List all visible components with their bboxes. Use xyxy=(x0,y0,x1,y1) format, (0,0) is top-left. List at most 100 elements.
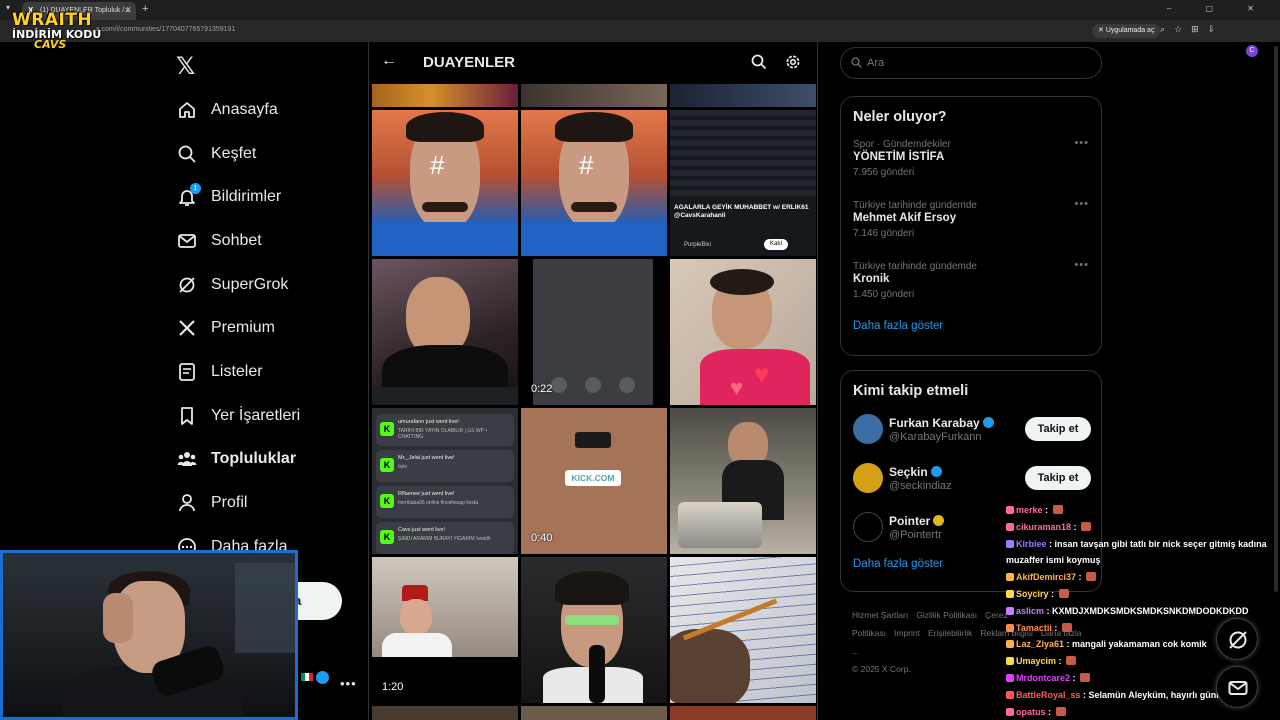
profile-avatar-icon[interactable]: C xyxy=(1246,45,1258,57)
footer-link[interactable]: Imprint xyxy=(894,628,920,638)
thumb-microphone xyxy=(589,645,605,703)
back-arrow-icon[interactable]: ← xyxy=(381,52,397,70)
footer-link[interactable]: Gizlilik Politikası xyxy=(916,610,977,620)
media-thumbnail[interactable]: 1:20 xyxy=(372,557,518,703)
live-notification-text: TARİHİ BİR YAYIN OLABİLİR | GS WP • CHAT… xyxy=(398,428,487,440)
verified-badge-icon xyxy=(316,671,329,684)
media-thumbnail[interactable] xyxy=(521,84,667,107)
sidebar-item-label: Bildirimler xyxy=(211,188,282,206)
footer-link[interactable]: Hizmet Şartları xyxy=(852,610,908,620)
trend-item[interactable]: Türkiye tarihinde gündemde Mehmet Akif Er… xyxy=(841,186,1101,247)
trends-card: Neler oluyor? Spor · Gündemdekiler YÖNETİ… xyxy=(840,96,1102,356)
trends-show-more-link[interactable]: Daha fazla göster xyxy=(841,308,1101,332)
window-controls[interactable]: ‒ ▢ ✕ xyxy=(1167,4,1270,13)
media-thumbnail[interactable] xyxy=(670,557,816,703)
list-icon xyxy=(176,361,198,383)
media-thumbnail[interactable]: ♥ ♥ xyxy=(670,259,816,405)
thumb-letterbox xyxy=(372,657,518,703)
chat-message: Kirbiee : insan tavşan gibi tatlı bir ni… xyxy=(1006,536,1276,570)
more-options-icon[interactable]: ••• xyxy=(1074,259,1089,271)
chat-separator: : xyxy=(1070,672,1079,683)
chat-username: Mrdontcare2 xyxy=(1016,672,1071,683)
sidebar-item-label: SuperGrok xyxy=(211,275,289,293)
tab-close-icon[interactable]: ✕ xyxy=(124,6,131,15)
trend-count: 1.450 gönderi xyxy=(853,289,915,300)
sidebar-item-communities[interactable]: Topluluklar xyxy=(176,438,300,482)
suggestion-name: Seçkin xyxy=(889,465,942,479)
search-icon[interactable] xyxy=(751,54,767,70)
tab-menu-icon[interactable]: ▾ xyxy=(6,3,10,12)
media-thumbnail[interactable]: AGALARLA GEYİK MUHABBET w/ ERLIK61 @Cavs… xyxy=(670,110,816,256)
trend-name: YÖNETİM İSTİFA xyxy=(853,151,945,163)
livestream-join-button[interactable]: Katıl xyxy=(764,239,788,250)
new-tab-icon[interactable]: + xyxy=(142,3,148,15)
sidebar-item-x[interactable]: Premium xyxy=(176,306,300,350)
thumb-pot xyxy=(678,502,762,548)
trend-item[interactable]: Türkiye tarihinde gündemde Kronik 1.450 gö… xyxy=(841,247,1101,308)
more-options-icon[interactable]: ••• xyxy=(1074,198,1089,210)
more-options-icon[interactable]: ••• xyxy=(1074,137,1089,149)
follow-button[interactable]: Takip et xyxy=(1025,466,1091,490)
media-thumbnail[interactable] xyxy=(670,706,816,720)
footer-link[interactable]: Erişilebilirlik xyxy=(928,628,972,638)
media-thumbnail[interactable]: # xyxy=(521,110,667,256)
kick-icon: K xyxy=(380,494,394,508)
search-input[interactable]: Ara xyxy=(840,47,1102,79)
media-thumbnail[interactable] xyxy=(372,84,518,107)
url-field[interactable]: x.com/i/communities/1770407765791359191 xyxy=(96,26,235,33)
grok-floating-button[interactable] xyxy=(1216,618,1258,660)
live-notification: K Cavs just went live! ŞİMDİ ARARIM BURAYI… xyxy=(376,522,514,554)
sidebar-item-home[interactable]: Anasayfa xyxy=(176,88,300,132)
media-thumbnail[interactable] xyxy=(372,259,518,405)
x-logo-icon[interactable]: 𝕏 xyxy=(176,52,195,81)
sidebar-item-mail[interactable]: Sohbet xyxy=(176,219,300,263)
live-notification-text: ŞİMDİ ARARIM BURAYI YIĞARIM !wraith xyxy=(398,536,491,542)
avatar[interactable] xyxy=(853,463,883,493)
trend-item[interactable]: Spor · Gündemdekiler YÖNETİM İSTİFA 7.956 … xyxy=(841,125,1101,186)
follow-button[interactable]: Takip et xyxy=(1025,417,1091,441)
suggestion-name-text: Pointer xyxy=(889,514,931,528)
thumb-hand xyxy=(670,629,750,703)
chat-separator: : xyxy=(1046,538,1055,549)
open-in-app-button[interactable]: ✕ Uygulamada aç xyxy=(1092,24,1161,38)
media-thumbnail[interactable]: KICK.COM 0:40 xyxy=(521,408,667,554)
sidebar-item-person[interactable]: Profil xyxy=(176,481,300,525)
chat-emote-icon xyxy=(1058,588,1069,598)
media-thumbnail[interactable]: # xyxy=(372,110,518,256)
media-thumbnail[interactable] xyxy=(670,408,816,554)
media-thumbnail[interactable]: Kumurafann just went live! TARİHİ BİR YAY… xyxy=(372,408,518,554)
sidebar-item-label: Anasayfa xyxy=(211,100,278,118)
video-duration: 1:20 xyxy=(382,681,404,693)
chat-badge-icon xyxy=(1006,690,1014,699)
livestream-headline: AGALARLA GEYİK MUHABBET w/ ERLIK61 @Cavs… xyxy=(674,204,809,219)
follow-suggestion[interactable]: Furkan Karabay @KarabayFurkann Takip et xyxy=(841,405,1101,454)
sidebar-item-list[interactable]: Listeler xyxy=(176,350,300,394)
messages-floating-button[interactable] xyxy=(1216,666,1258,708)
toolbar-icons[interactable]: ⌕☆⊞⇩ xyxy=(1160,24,1224,35)
avatar[interactable] xyxy=(853,512,883,542)
follow-suggestion[interactable]: Seçkin @seckindiaz Takip et xyxy=(841,454,1101,503)
chat-message: merke : xyxy=(1006,502,1276,519)
chat-text: mangali yakamaman cok komik xyxy=(1072,639,1207,650)
account-more-icon[interactable]: ••• xyxy=(340,676,357,691)
community-title: DUAYENLER xyxy=(423,54,515,71)
media-thumbnail[interactable] xyxy=(372,706,518,720)
mail-icon xyxy=(176,230,198,252)
media-thumbnail[interactable] xyxy=(521,706,667,720)
sidebar-item-grok[interactable]: SuperGrok xyxy=(176,263,300,307)
chat-username: Laz_Ziya61 xyxy=(1016,639,1065,650)
media-thumbnail[interactable]: 0:22 xyxy=(521,259,667,405)
live-notification: Kumurafann just went live! TARİHİ BİR YAY… xyxy=(376,414,514,446)
video-duration: 0:22 xyxy=(531,383,553,395)
sidebar-item-search[interactable]: Keşfet xyxy=(176,132,300,176)
trend-count: 7.146 gönderi xyxy=(853,228,915,239)
call-button-icon xyxy=(551,377,567,393)
sidebar-item-bell[interactable]: 1 Bildirimler xyxy=(176,175,300,219)
avatar[interactable] xyxy=(853,414,883,444)
media-thumbnail[interactable] xyxy=(670,84,816,107)
kick-icon: K xyxy=(380,458,394,472)
media-thumbnail[interactable] xyxy=(521,557,667,703)
gear-icon[interactable] xyxy=(785,54,801,70)
sidebar-item-bookmark[interactable]: Yer İşaretleri xyxy=(176,394,300,438)
chat-emote-icon xyxy=(1080,672,1091,682)
